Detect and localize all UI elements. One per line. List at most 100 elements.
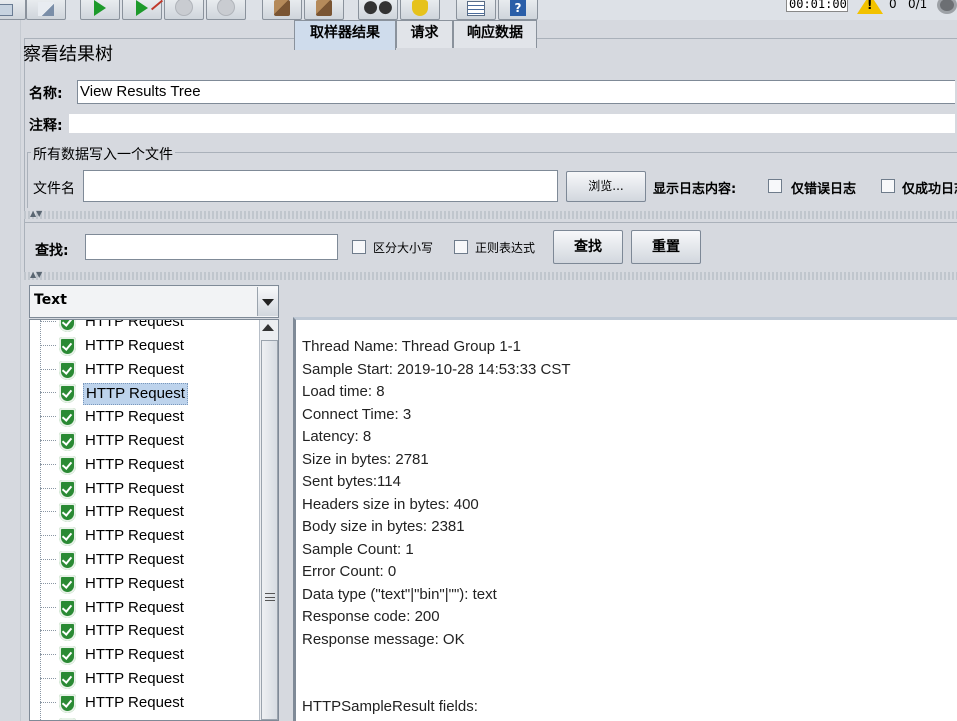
success-shield-icon: [59, 527, 76, 547]
result-line: Sample Count: 1: [302, 540, 414, 558]
tree-item[interactable]: HTTP Request: [30, 334, 258, 358]
tree-item-label: HTTP Request: [85, 622, 184, 640]
start-no-pause-icon: [136, 0, 148, 16]
splitter-arrows-icon: ▲▼: [30, 209, 43, 218]
tree-item[interactable]: HTTP Request: [30, 429, 258, 453]
tree-connector: [40, 463, 56, 465]
success-shield-icon: [59, 598, 76, 618]
reset-search-button[interactable]: [400, 0, 440, 20]
tree-item[interactable]: HTTP Request: [30, 477, 258, 501]
success-shield-icon: [59, 320, 76, 332]
result-line: Sample Start: 2019-10-28 14:53:33 CST: [302, 360, 571, 378]
tree-item[interactable]: HTTP Request: [30, 643, 258, 667]
result-line: Latency: 8: [302, 428, 372, 445]
start-no-pause-button[interactable]: [122, 0, 162, 20]
search-tree-button[interactable]: ●●: [358, 0, 398, 20]
stop-button[interactable]: [164, 0, 204, 20]
binoculars-icon: ●●: [363, 0, 393, 17]
search-input[interactable]: [85, 234, 338, 260]
success-shield-icon: [59, 693, 76, 713]
browse-button[interactable]: 浏览...: [566, 171, 646, 202]
list-icon: [467, 1, 485, 16]
clear-button[interactable]: [262, 0, 302, 20]
clear-all-button[interactable]: [304, 0, 344, 20]
tab-response-data[interactable]: 响应数据: [453, 20, 537, 48]
success-shield-icon: [59, 479, 76, 499]
log-content-label: 显示日志内容:: [653, 182, 737, 197]
tree-item-label: HTTP Request: [85, 574, 184, 592]
middle-splitter[interactable]: ▲▼: [24, 270, 957, 280]
comment-field[interactable]: [69, 114, 955, 133]
success-shield-icon: [59, 431, 76, 451]
scrollbar-thumb[interactable]: [261, 340, 278, 720]
paste-button[interactable]: [0, 0, 26, 20]
tree-item-label: HTTP Request: [85, 479, 184, 497]
shutdown-icon: [217, 0, 235, 16]
success-shield-icon: [59, 384, 76, 404]
tree-item[interactable]: HTTP Request: [30, 548, 258, 572]
chevron-down-icon[interactable]: [257, 287, 278, 316]
start-button[interactable]: [80, 0, 120, 20]
tree-connector: [40, 321, 56, 322]
tree-item[interactable]: HTTP Request: [30, 572, 258, 596]
tree-item[interactable]: HTTP Request: [30, 358, 258, 382]
tree-item-label: HTTP Request: [85, 527, 184, 545]
function-helper-button[interactable]: [456, 0, 496, 20]
case-sensitive-checkbox[interactable]: [352, 240, 366, 254]
success-shield-icon: [59, 503, 76, 523]
name-field[interactable]: View Results Tree: [77, 80, 955, 104]
tree-connector: [40, 654, 56, 656]
tree-connector: [40, 439, 56, 441]
elapsed-timer: 00:01:00: [786, 0, 848, 12]
shutdown-button[interactable]: [206, 0, 246, 20]
tree-item[interactable]: HTTP Request: [30, 596, 258, 620]
tree-item[interactable]: HTTP Request: [30, 320, 258, 334]
tree-item-label: HTTP Request: [85, 408, 184, 426]
templates-button[interactable]: [26, 0, 66, 20]
results-tree[interactable]: HTTP Request HTTP Request HTTP Request HTTP…: [29, 319, 279, 721]
tree-item[interactable]: HTTP Request: [30, 405, 258, 429]
tree-item-label: HTTP Request: [85, 669, 184, 687]
warning-mark: !: [867, 0, 873, 12]
errors-only-checkbox[interactable]: [768, 179, 782, 193]
name-label: 名称:: [29, 86, 63, 102]
file-name-input[interactable]: [83, 170, 558, 202]
tree-connector: [40, 511, 56, 513]
clear-icon: [274, 0, 290, 16]
tree-item[interactable]: HTTP Request: [30, 453, 258, 477]
reset-button[interactable]: 重置: [631, 230, 701, 264]
tree-item[interactable]: HTTP Request: [30, 381, 258, 406]
view-results-tree-panel: 察看结果树 名称: View Results Tree 注释: 所有数据写入一个…: [20, 20, 957, 721]
help-icon: ?: [510, 0, 526, 16]
tab-request[interactable]: 请求: [396, 20, 453, 48]
result-line: Response message: OK: [302, 630, 465, 648]
tree-item[interactable]: HTTP Request: [30, 691, 258, 715]
active-thread-count: 0/1: [908, 0, 928, 11]
results-tree-list: HTTP Request HTTP Request HTTP Request HTTP…: [30, 320, 258, 720]
help-button[interactable]: ?: [498, 0, 538, 20]
tree-item-label: HTTP Request: [85, 503, 184, 521]
tree-item[interactable]: HTTP Request: [30, 524, 258, 548]
scroll-up-icon[interactable]: [262, 324, 274, 331]
success-shield-icon: [59, 622, 76, 642]
result-line: Load time: 8: [302, 383, 385, 400]
vertical-splitter[interactable]: [279, 285, 290, 721]
tree-item[interactable]: HTTP Request: [30, 667, 258, 691]
sampler-result-pane[interactable]: Thread Name: Thread Group 1-1 Sample Star…: [293, 317, 957, 721]
top-splitter[interactable]: ▲▼: [24, 209, 957, 219]
find-button[interactable]: 查找: [553, 230, 623, 264]
tree-item[interactable]: HTTP Request: [30, 500, 258, 524]
renderer-select[interactable]: Text: [29, 285, 279, 318]
tree-scrollbar[interactable]: [259, 320, 278, 720]
splitter-arrows-icon: ▲▼: [30, 270, 43, 279]
tab-sampler-result[interactable]: 取样器结果: [294, 20, 396, 50]
tree-item-label: HTTP Request: [85, 693, 184, 711]
result-line: Connect Time: 3: [302, 405, 412, 423]
regex-checkbox[interactable]: [454, 240, 468, 254]
tree-item[interactable]: HTTP Request: [30, 715, 258, 720]
tree-connector: [40, 416, 56, 418]
tree-connector: [40, 677, 56, 679]
tree-item-label: HTTP Request: [85, 455, 184, 473]
tree-item[interactable]: HTTP Request: [30, 619, 258, 643]
success-only-checkbox[interactable]: [881, 179, 895, 193]
